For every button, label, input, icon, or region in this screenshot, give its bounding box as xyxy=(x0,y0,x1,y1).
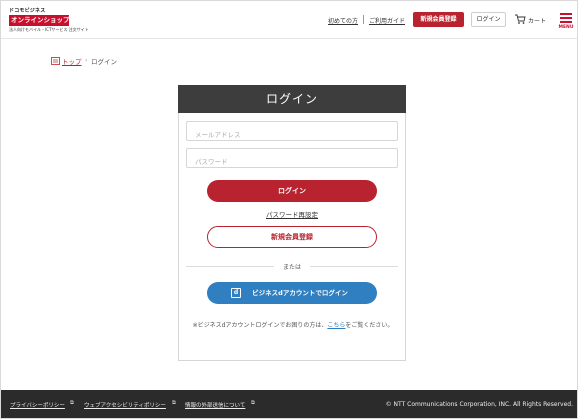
login-panel: ログイン ログイン パスワード再設定 新規会員登録 または d ビジネスdアカウ… xyxy=(178,85,406,361)
cart-label: カート xyxy=(528,18,547,25)
logo-title: オンラインショップ xyxy=(9,15,70,26)
email-field-wrapper xyxy=(186,121,398,144)
header-login-button[interactable]: ログイン xyxy=(471,12,506,27)
logo-brand: ドコモビジネス xyxy=(9,8,46,14)
menu-button[interactable]: MENU xyxy=(557,10,575,32)
password-reset-wrapper: パスワード再設定 xyxy=(179,209,405,219)
password-reset-link[interactable]: パスワード再設定 xyxy=(266,211,318,219)
help-note: ※ビジネスdアカウントログインでお困りの方は、こちらをご覧ください。 xyxy=(189,321,397,330)
external-link-icon: ⧉ xyxy=(172,400,176,406)
help-note-suffix: をご覧ください。 xyxy=(345,322,394,329)
help-note-prefix: ※ビジネスdアカウントログインでお困りの方は、 xyxy=(192,322,328,329)
external-transmission-link[interactable]: 情報の外部送信について xyxy=(185,401,245,409)
dlogin-button[interactable]: d ビジネスdアカウントでログイン xyxy=(207,282,377,304)
dlogin-label: ビジネスdアカウントでログイン xyxy=(252,289,348,297)
breadcrumb-top-link[interactable]: トップ xyxy=(62,56,82,66)
external-link-icon: ⧉ xyxy=(251,400,255,406)
email-field[interactable] xyxy=(187,126,397,144)
chevron-right-icon: › xyxy=(85,56,88,64)
register-button[interactable]: 新規会員登録 xyxy=(207,226,377,248)
login-title: ログイン xyxy=(178,85,406,113)
site-logo[interactable]: ドコモビジネス オンラインショップ 法人向けモバイル・ICTサービス 注文サイト xyxy=(9,8,89,32)
accessibility-policy-link[interactable]: ウェブアクセシビリティポリシー xyxy=(84,401,166,409)
first-time-link[interactable]: 初めての方 xyxy=(328,16,358,25)
site-footer: プライバシーポリシー ⧉ ウェブアクセシビリティポリシー ⧉ 情報の外部送信につ… xyxy=(1,390,577,418)
header-divider xyxy=(363,15,364,24)
privacy-policy-link[interactable]: プライバシーポリシー xyxy=(10,401,65,409)
page: ドコモビジネス オンラインショップ 法人向けモバイル・ICTサービス 注文サイト… xyxy=(0,0,578,419)
password-field-wrapper xyxy=(186,148,398,171)
guide-link[interactable]: ご利用ガイド xyxy=(369,16,405,25)
external-link-icon: ⧉ xyxy=(70,400,74,406)
help-link[interactable]: こちら xyxy=(327,322,345,329)
copyright: © NTT Communications Corporation, INC. A… xyxy=(385,401,573,408)
header-register-button[interactable]: 新規会員登録 xyxy=(413,12,464,27)
site-header: ドコモビジネス オンラインショップ 法人向けモバイル・ICTサービス 注文サイト… xyxy=(1,1,577,39)
breadcrumb-current: ログイン xyxy=(91,58,117,66)
home-icon xyxy=(51,57,60,65)
cart-icon xyxy=(515,14,526,24)
password-field[interactable] xyxy=(187,153,397,171)
hamburger-icon xyxy=(560,13,572,15)
logo-subtitle: 法人向けモバイル・ICTサービス 注文サイト xyxy=(9,27,89,32)
login-button[interactable]: ログイン xyxy=(207,180,377,202)
menu-label: MENU xyxy=(558,25,574,30)
divider-right xyxy=(310,266,398,267)
